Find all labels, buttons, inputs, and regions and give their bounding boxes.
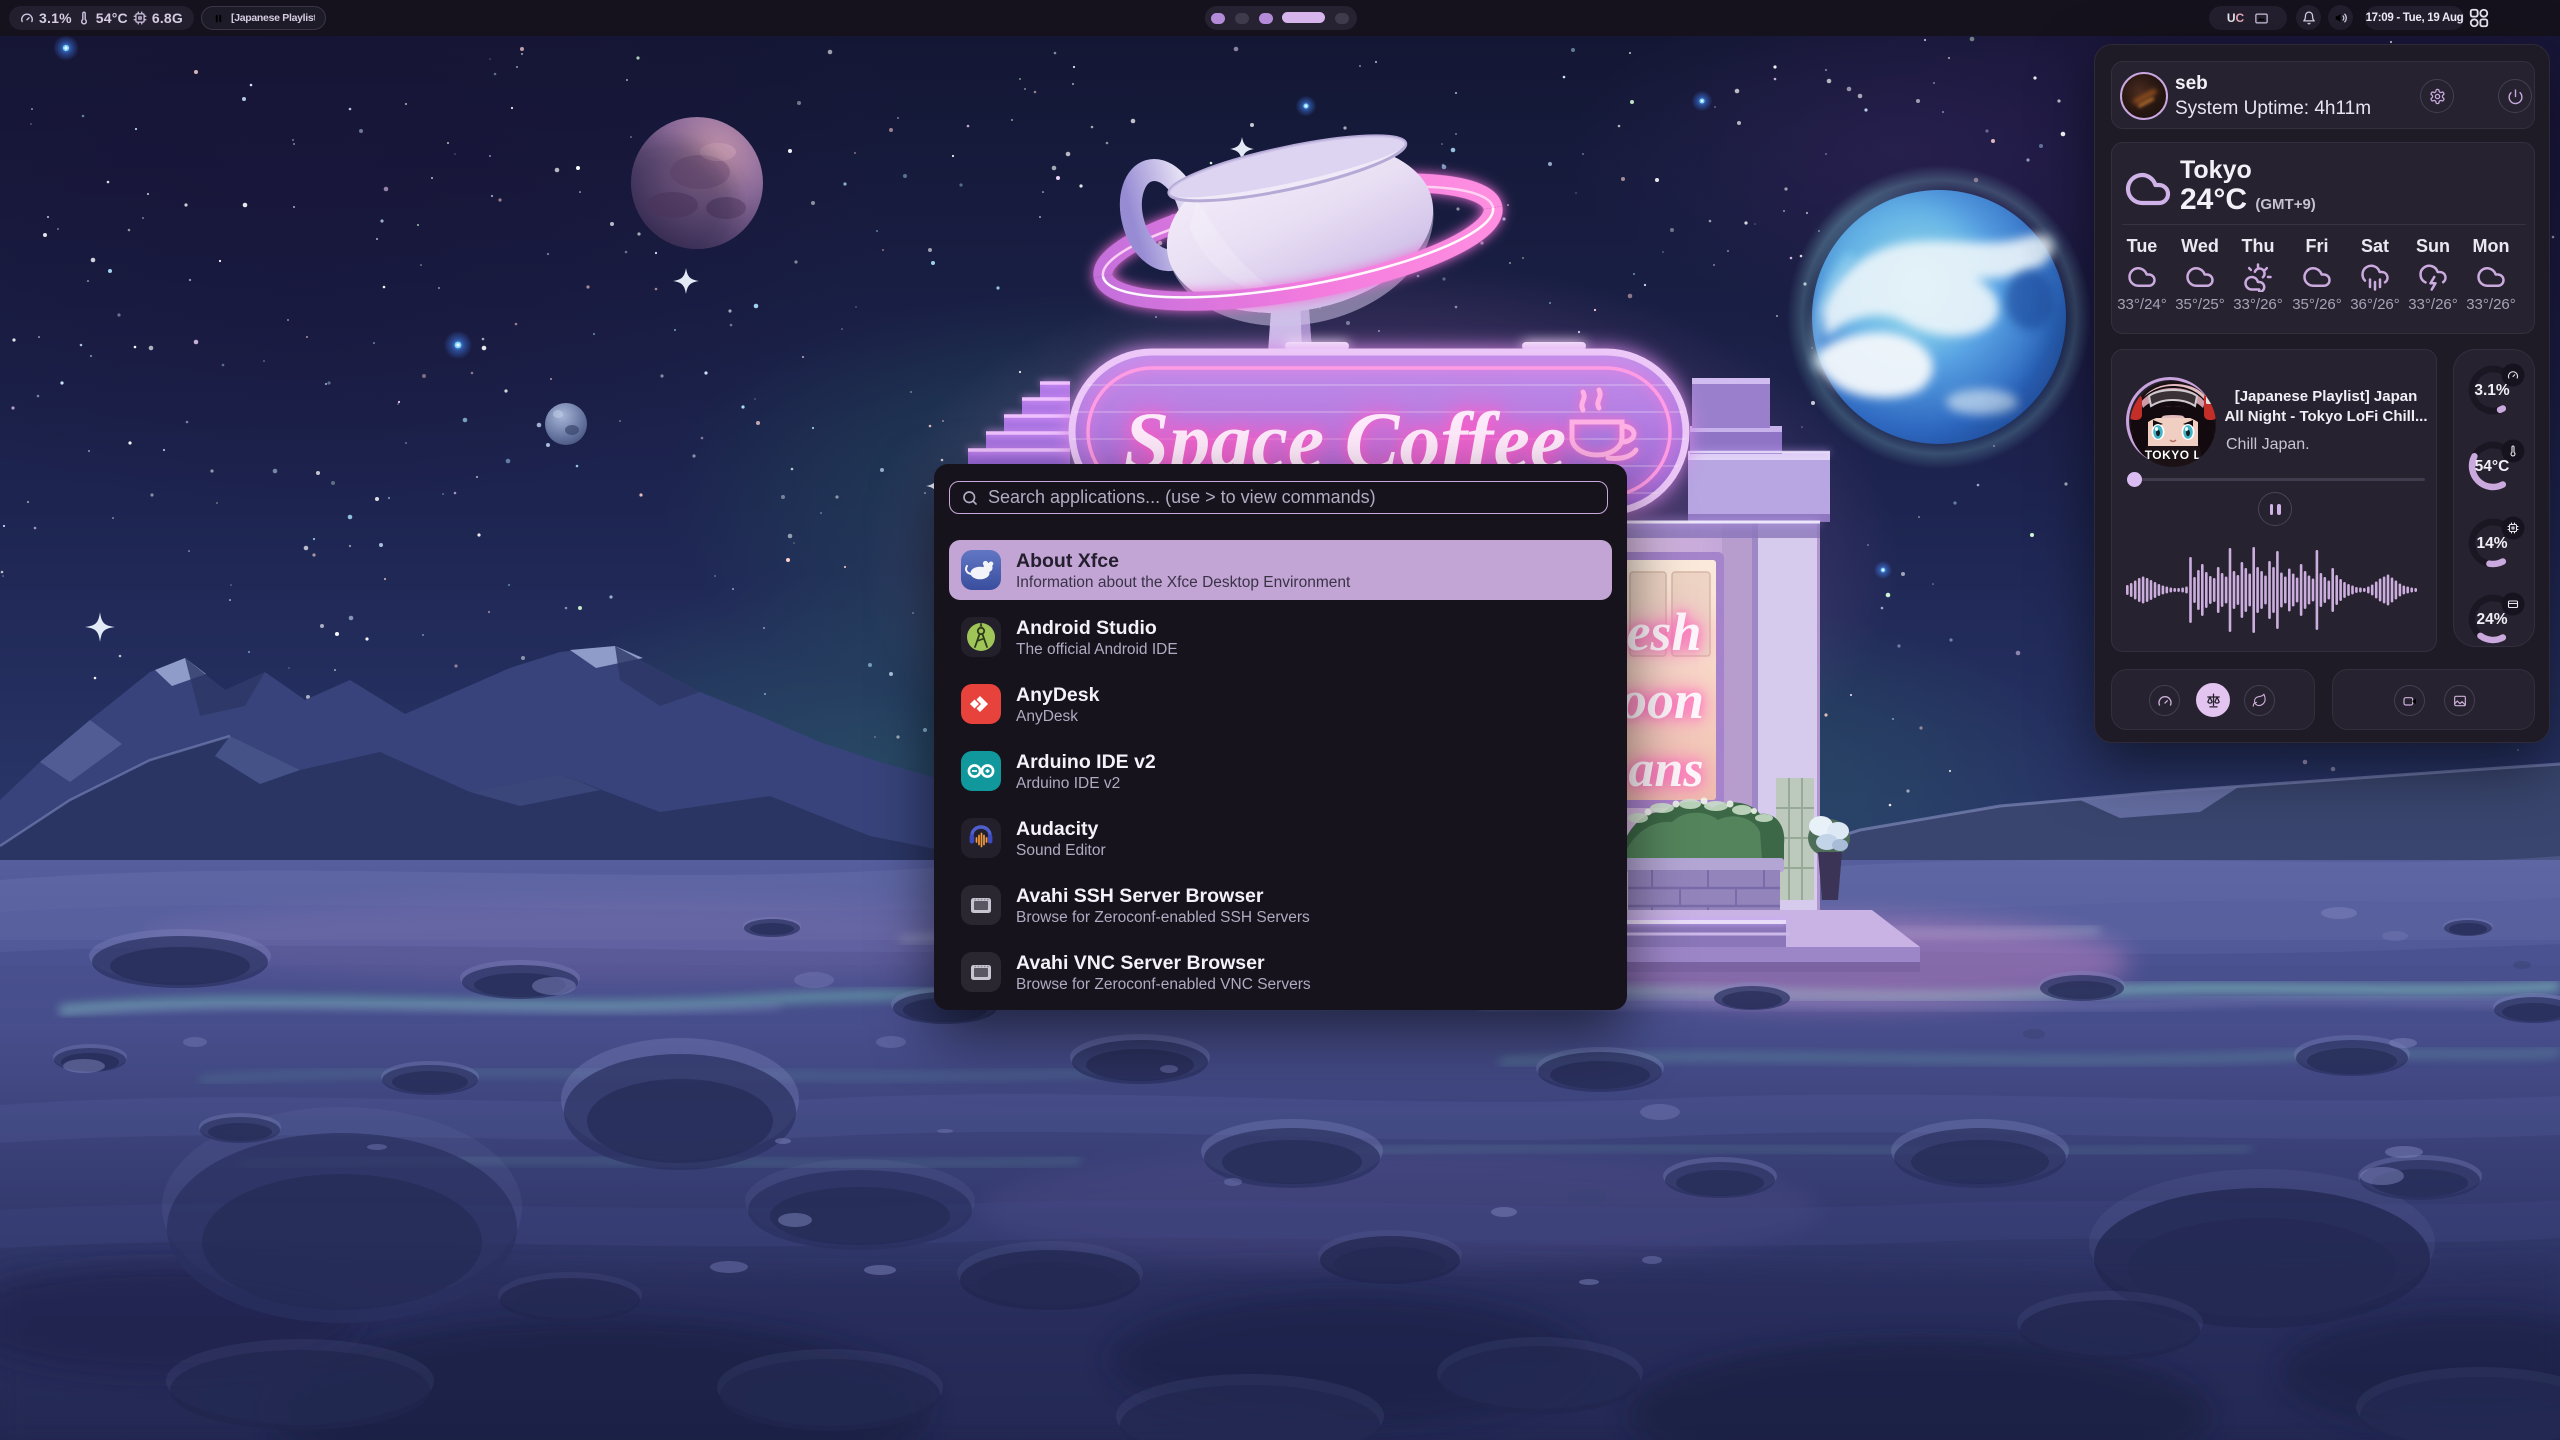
svg-text:14%: 14% xyxy=(2476,535,2507,552)
svg-text:24%: 24% xyxy=(2476,611,2507,628)
svg-text:ans: ans xyxy=(1628,741,1703,798)
svg-text:3.1%: 3.1% xyxy=(2474,382,2510,399)
svg-text:esh: esh xyxy=(1626,602,1701,662)
svg-text:oon: oon xyxy=(1620,670,1704,730)
svg-text:54°C: 54°C xyxy=(2475,458,2510,475)
